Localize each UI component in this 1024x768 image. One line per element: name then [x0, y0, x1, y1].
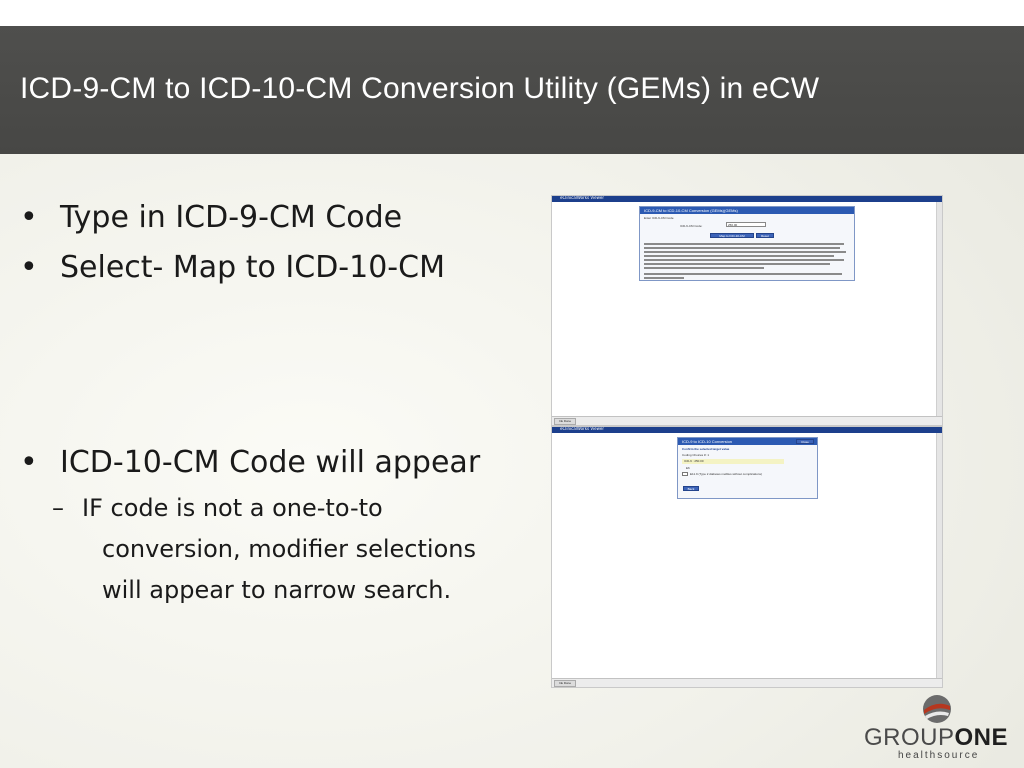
group-one-logo: GROUPONE healthsource — [856, 694, 1016, 761]
close-button[interactable]: Close — [796, 439, 814, 444]
sub-bullet-line-3: will appear to narrow search. — [102, 576, 452, 604]
status-bar: Ink Done — [552, 416, 942, 425]
bullet-symbol: • — [20, 250, 38, 285]
logo-wordmark-part2: ONE — [954, 724, 1009, 751]
logo-mark-icon — [923, 695, 951, 723]
panel-subtitle: Enter ICD-9-CM Code — [644, 216, 674, 220]
scrollbar[interactable] — [936, 202, 942, 417]
text-line — [644, 247, 840, 249]
sub-bullet-line-1: – IF code is not a one-to-to — [20, 494, 383, 522]
back-button[interactable]: Back — [683, 486, 699, 491]
code-line: ICD-9 : 250.00 — [682, 459, 784, 464]
gems-panel: ICD-9-CM to ICD-10-CM Conversion (GEMs)(… — [639, 206, 855, 281]
status-tab[interactable]: Ink Done — [554, 418, 576, 425]
reset-button[interactable]: Reset — [756, 233, 774, 238]
option-code: E6 — [686, 466, 690, 470]
bullet-text: ICD-10-CM Code will appear — [60, 445, 481, 480]
bullet-text: Type in ICD-9-CM Code — [60, 200, 403, 235]
bullet-symbol: • — [20, 445, 38, 480]
panel-header: ICD-9-CM to ICD-10-CM Conversion (GEMs)(… — [640, 207, 854, 214]
window-caption: eClinicalWorks Viewer — [560, 426, 604, 431]
status-bar: Ink Done — [552, 678, 942, 687]
window-caption: eClinicalWorks Viewer — [560, 195, 604, 200]
status-tab[interactable]: Ink Done — [554, 680, 576, 687]
panel-title: ICD-9 to ICD-10 Conversion — [682, 439, 733, 444]
bullet-symbol: • — [20, 200, 38, 235]
logo-tagline: healthsource — [898, 750, 980, 761]
window-titlebar: eClinicalWorks Viewer — [552, 196, 942, 202]
top-white-strip — [0, 0, 1024, 26]
text-line — [644, 273, 842, 275]
logo-wordmark-part1: GROUP — [863, 724, 955, 751]
text-line — [644, 263, 830, 265]
sub-bullet-line-2: conversion, modifier selections — [102, 535, 476, 563]
window-titlebar: eClinicalWorks Viewer — [552, 427, 942, 433]
bullet-item-map: • Select- Map to ICD-10-CM — [20, 250, 445, 285]
scrollbar[interactable] — [936, 433, 942, 679]
text-line — [644, 243, 844, 245]
text-line — [644, 251, 846, 253]
slide-title: ICD-9-CM to ICD-10-CM Conversion Utility… — [20, 72, 820, 105]
option-text: E11.9 (Type 2 diabetes mellitus without … — [690, 472, 762, 476]
bullet-text: Select- Map to ICD-10-CM — [60, 250, 445, 285]
panel-title: ICD-9-CM to ICD-10-CM Conversion (GEMs)(… — [644, 208, 738, 213]
icd9-code-input[interactable]: 250.00 — [726, 222, 766, 227]
option-radio[interactable] — [682, 472, 688, 476]
sub-bullet-text: IF code is not a one-to-to — [82, 494, 383, 522]
bullet-item-code-appear: • ICD-10-CM Code will appear — [20, 445, 480, 480]
confirm-label: Confirm the selected target value — [682, 447, 730, 451]
text-line — [644, 255, 834, 257]
text-line — [644, 267, 764, 269]
field-label: ICD-9-CM Code: — [680, 224, 703, 228]
scenario-label: Coding Choices #: 1 — [682, 453, 710, 457]
panel-header: ICD-9 to ICD-10 Conversion Close — [678, 438, 817, 445]
text-line — [644, 277, 684, 279]
sub-bullet-symbol: – — [52, 494, 64, 522]
bullet-item-type-code: • Type in ICD-9-CM Code — [20, 200, 402, 235]
text-line — [644, 259, 844, 261]
map-to-icd10-button[interactable]: Map to ICD-10-CM — [710, 233, 754, 238]
logo-wordmark: GROUPONE — [856, 724, 1016, 752]
conversion-panel: ICD-9 to ICD-10 Conversion Close Confirm… — [677, 437, 818, 499]
screenshot-gems-input: eClinicalWorks Viewer ICD-9-CM to ICD-10… — [551, 195, 943, 426]
screenshot-icd10-result: eClinicalWorks Viewer ICD-9 to ICD-10 Co… — [551, 426, 943, 688]
